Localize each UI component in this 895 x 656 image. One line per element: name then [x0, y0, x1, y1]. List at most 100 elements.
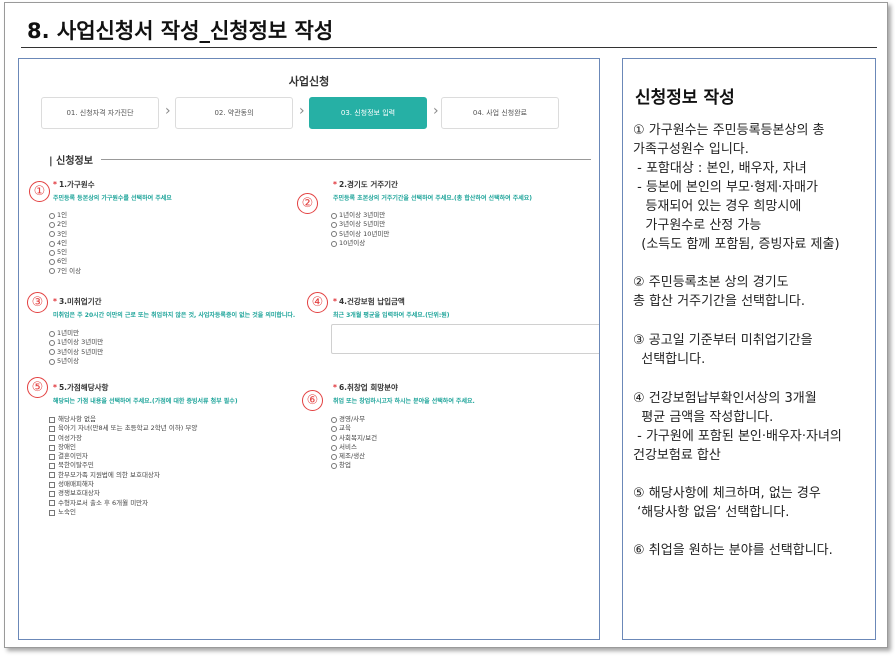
radio-button[interactable] [331, 221, 337, 228]
option-item[interactable]: 4인 [49, 239, 81, 248]
option-item[interactable]: 북한이탈주민 [49, 461, 197, 470]
radio-button[interactable] [331, 453, 337, 460]
checkbox[interactable] [49, 509, 55, 516]
checkbox[interactable] [49, 435, 55, 442]
option-item[interactable]: 7인 이상 [49, 267, 81, 276]
option-item[interactable]: 2인 [49, 220, 81, 229]
option-item[interactable]: 창업 [331, 461, 377, 470]
option-item[interactable]: 해당사항 없음 [49, 415, 197, 424]
option-item[interactable]: 서비스 [331, 443, 377, 452]
option-label: 5년이상 [57, 356, 80, 365]
checkbox[interactable] [49, 481, 55, 488]
checkbox[interactable] [49, 425, 55, 432]
option-item[interactable]: 장애인 [49, 443, 197, 452]
checkbox[interactable] [49, 463, 55, 470]
marker-1: ① [29, 181, 50, 202]
insurance-amount-input[interactable] [331, 324, 599, 354]
step-4[interactable]: 04. 사업 신청완료 [441, 97, 559, 129]
option-label: 성매매피해자 [58, 480, 94, 489]
radio-button[interactable] [49, 268, 55, 275]
guide-line: (소득도 함께 포함됨, 증빙자료 제출) [633, 237, 840, 252]
option-item[interactable]: 3년이상 5년미만 [331, 220, 389, 229]
eligibility-options: 해당사항 없음 육아기 자녀(만8세 또는 초등학교 2학년 이하) 부양 여성가장… [49, 415, 197, 517]
guide-line: ‘해당사항 없음‘ 선택합니다. [633, 505, 790, 520]
guide-line: ④ 건강보험납부확인서상의 3개월 [633, 391, 817, 406]
option-label: 서비스 [339, 442, 357, 451]
radio-button[interactable] [49, 249, 55, 256]
option-label: 3인 [57, 229, 68, 238]
option-label: 노숙인 [58, 507, 76, 516]
radio-button[interactable] [331, 416, 337, 423]
step-indicator: 01. 신청자격 자가진단 › 02. 약관동의 › 03. 신청정보 입력 ›… [41, 97, 561, 129]
radio-button[interactable] [49, 221, 55, 228]
option-item[interactable]: 수형자로서 출소 후 6개월 미만자 [49, 499, 197, 508]
radio-button[interactable] [49, 212, 55, 219]
required-mark: * [53, 297, 57, 306]
unemployed-label: * 3.미취업기간 [53, 296, 102, 307]
option-item[interactable]: 3년이상 5년미만 [49, 348, 103, 357]
radio-button[interactable] [49, 231, 55, 238]
radio-button[interactable] [49, 330, 55, 337]
option-item[interactable]: 1인 [49, 211, 81, 220]
option-label: 4인 [57, 238, 68, 247]
guide-line: 총 합산 거주기간을 선택합니다. [633, 294, 806, 309]
radio-button[interactable] [331, 231, 337, 238]
option-item[interactable]: 육아기 자녀(만8세 또는 초등학교 2학년 이하) 부양 [49, 424, 197, 433]
guide-line: ② 주민등록초본 상의 경기도 [633, 275, 789, 290]
required-mark: * [333, 297, 337, 306]
radio-button[interactable] [331, 212, 337, 219]
insurance-label: * 4.건강보험 납입금액 [333, 296, 405, 307]
option-item[interactable]: 여성가장 [49, 434, 197, 443]
step-3-active[interactable]: 03. 신청정보 입력 [309, 97, 427, 129]
checkbox[interactable] [49, 472, 55, 479]
radio-button[interactable] [331, 444, 337, 451]
guide-line: 가구원수로 산정 가능 [633, 218, 762, 233]
residence-desc: 주민등록 초본상의 거주기간을 선택하여 주세요.(총 합산하여 선택하여 주세… [333, 195, 533, 202]
checkbox[interactable] [49, 491, 55, 498]
option-item[interactable]: 사회복지/보건 [331, 434, 377, 443]
option-item[interactable]: 경영/사무 [331, 415, 377, 424]
option-item[interactable]: 1년이상 3년미만 [49, 338, 103, 347]
option-item[interactable]: 제조/생산 [331, 452, 377, 461]
checkbox[interactable] [49, 500, 55, 507]
checkbox[interactable] [49, 453, 55, 460]
marker-4: ④ [307, 292, 328, 313]
option-item[interactable]: 3인 [49, 230, 81, 239]
guide-line: - 등본에 본인의 부모·형제·자매가 [633, 180, 818, 195]
radio-button[interactable] [331, 463, 337, 470]
eligibility-desc: 해당되는 가점 내용을 선택하여 주세요.(가점에 대한 증빙서류 첨부 필수) [53, 398, 238, 405]
option-item[interactable]: 5년이상 10년미만 [331, 230, 389, 239]
radio-button[interactable] [49, 349, 55, 356]
insurance-desc: 최근 3개월 평균을 입력하여 주세요.(단위:원) [333, 312, 450, 319]
option-item[interactable]: 경쟁보호대상자 [49, 489, 197, 498]
checkbox[interactable] [49, 444, 55, 451]
option-item[interactable]: 5년이상 [49, 357, 103, 366]
section-title: | 신청정보 [49, 156, 93, 167]
chevron-right-icon: › [299, 103, 305, 119]
option-label: 수형자로서 출소 후 6개월 미만자 [58, 498, 149, 507]
option-label: 1년미만 [57, 329, 80, 337]
step-2[interactable]: 02. 약관동의 [175, 97, 293, 129]
option-item[interactable]: 한부모가족 지원법에 의한 보호대상자 [49, 471, 197, 480]
radio-button[interactable] [49, 358, 55, 365]
option-item[interactable]: 노숙인 [49, 508, 197, 517]
radio-button[interactable] [331, 240, 337, 247]
radio-button[interactable] [49, 259, 55, 266]
guide-item-4: ④ 건강보험납부확인서상의 3개월 평균 금액을 작성합니다. - 가구원에 포… [633, 389, 842, 465]
option-item[interactable]: 교육 [331, 424, 377, 433]
field-of-work-desc: 취업 또는 창업하시고자 하시는 분야을 선택하여 주세요. [333, 398, 475, 405]
radio-button[interactable] [331, 425, 337, 432]
radio-button[interactable] [49, 339, 55, 346]
option-item[interactable]: 성매매피해자 [49, 480, 197, 489]
option-item[interactable]: 10년이상 [331, 239, 389, 248]
step-1[interactable]: 01. 신청자격 자가진단 [41, 97, 159, 129]
checkbox[interactable] [49, 416, 55, 423]
unemployed-options: 1년미만 1년이상 3년미만 3년이상 5년미만 5년이상 [49, 329, 103, 366]
option-item[interactable]: 1년이상 3년미만 [331, 211, 389, 220]
option-label: 1년이상 3년미만 [57, 338, 104, 347]
option-item[interactable]: 6인 [49, 257, 81, 266]
radio-button[interactable] [331, 435, 337, 442]
option-label: 여성가장 [58, 433, 82, 442]
radio-button[interactable] [49, 240, 55, 247]
option-item[interactable]: 1년미만 [49, 329, 103, 338]
